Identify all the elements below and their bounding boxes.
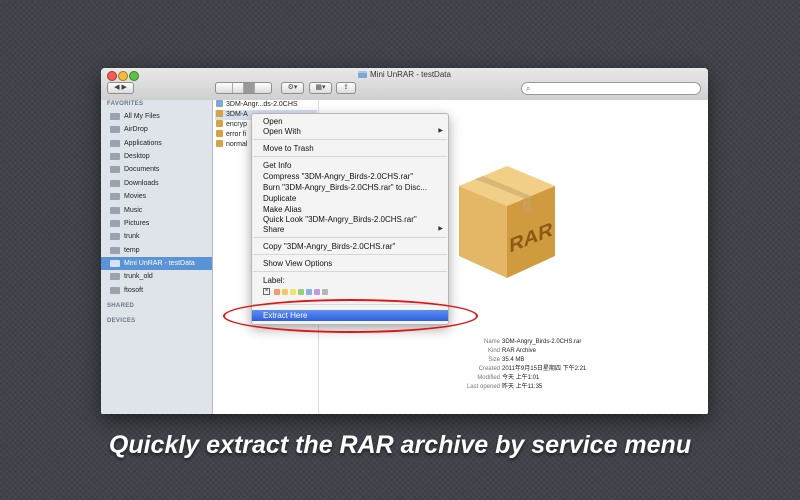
menu-divider: [253, 271, 447, 272]
submenu-arrow-icon: ▶: [438, 128, 443, 134]
movies-icon: [110, 193, 120, 200]
sidebar-item-desktop[interactable]: Desktop: [101, 150, 212, 163]
view-mode-segmented-control[interactable]: [215, 82, 272, 94]
submenu-arrow-icon: ▶: [438, 226, 443, 232]
rar-file-icon: [216, 130, 223, 137]
info-kind-row: Kind RAR Archive: [487, 348, 537, 354]
menu-item-copy[interactable]: Copy "3DM-Angry_Birds-2.0CHS.rar": [252, 241, 448, 252]
folder-icon: [110, 287, 120, 294]
sidebar: FAVORITES All My Files AirDrop Applicati…: [101, 100, 213, 414]
menu-item-share[interactable]: Share ▶: [252, 224, 448, 235]
info-size-row: Size 35.4 MB: [488, 357, 525, 363]
music-icon: [110, 207, 120, 214]
applications-icon: [110, 140, 120, 147]
menu-item-move-to-trash[interactable]: Move to Trash: [252, 143, 448, 154]
label-swatch-yellow-orange[interactable]: [282, 289, 288, 295]
menu-item-burn[interactable]: Burn "3DM-Angry_Birds-2.0CHS.rar" to Dis…: [252, 182, 448, 193]
menu-divider: [253, 139, 447, 140]
share-button[interactable]: ⇪: [336, 82, 356, 94]
sidebar-item-airdrop[interactable]: AirDrop: [101, 123, 212, 136]
shared-heading: SHARED: [107, 303, 135, 309]
menu-item-show-view-options[interactable]: Show View Options: [252, 258, 448, 269]
devices-heading: DEVICES: [107, 318, 136, 324]
folder-icon: [110, 260, 120, 267]
label-swatch-green[interactable]: [298, 289, 304, 295]
sidebar-item-mini-unrar-testdata[interactable]: Mini UnRAR - testData: [101, 257, 212, 270]
menu-item-compress[interactable]: Compress "3DM-Angry_Birds-2.0CHS.rar": [252, 171, 448, 182]
info-created-row: Created 2011年9月15日星期四 下午2:21: [478, 366, 587, 372]
pictures-icon: [110, 220, 120, 227]
label-swatch-blue[interactable]: [306, 289, 312, 295]
menu-divider: [253, 237, 447, 238]
label-swatch-gray[interactable]: [322, 289, 328, 295]
downloads-icon: [110, 180, 120, 187]
icon-view-icon[interactable]: [222, 83, 233, 93]
sidebar-item-documents[interactable]: Documents: [101, 163, 212, 176]
highlight-annotation-oval: [223, 299, 478, 333]
cover-flow-icon[interactable]: [255, 83, 266, 93]
info-name-row: Name 3DM-Angry_Birds-2.0CHS.rar: [483, 339, 582, 345]
title-bar: Mini UnRAR - testData ◀ ▶ ⚙▾ ▦▾ ⇪ ⌕: [101, 68, 708, 101]
list-view-icon[interactable]: [233, 83, 244, 93]
caption: Quickly extract the RAR archive by servi…: [108, 431, 692, 459]
menu-divider: [253, 254, 447, 255]
sidebar-item-ftosoft[interactable]: ftosoft: [101, 284, 212, 297]
folder-icon: [110, 273, 120, 280]
sidebar-item-movies[interactable]: Movies: [101, 190, 212, 203]
info-last-opened-row: Last opened 昨天 上午11:35: [466, 384, 543, 390]
folder-icon: [358, 71, 368, 78]
all-files-icon: [110, 113, 120, 120]
menu-item-open-with[interactable]: Open With ▶: [252, 126, 448, 137]
rar-file-icon: [216, 110, 223, 117]
label-none-swatch[interactable]: ×: [263, 288, 270, 295]
back-forward-button[interactable]: ◀ ▶: [107, 82, 134, 94]
sidebar-item-downloads[interactable]: Downloads: [101, 177, 212, 190]
documents-icon: [110, 166, 120, 173]
sidebar-item-temp[interactable]: temp: [101, 244, 212, 257]
rar-file-icon: [216, 120, 223, 127]
search-input[interactable]: ⌕: [521, 82, 701, 95]
sidebar-item-applications[interactable]: Applications: [101, 137, 212, 150]
menu-divider: [253, 156, 447, 157]
label-swatch-orange[interactable]: [274, 289, 280, 295]
list-item[interactable]: 3DM-Angr...ds-2.0CHS: [215, 100, 317, 110]
folder-icon: [216, 100, 223, 107]
search-icon: ⌕: [526, 84, 531, 93]
sidebar-item-trunk-old[interactable]: trunk_old: [101, 270, 212, 283]
rar-archive-icon: RAR: [457, 164, 557, 285]
window-title: Mini UnRAR - testData: [101, 70, 708, 79]
airdrop-icon: [110, 126, 120, 133]
rar-file-icon: [216, 140, 223, 147]
favorites-heading: FAVORITES: [107, 101, 144, 107]
sidebar-item-trunk[interactable]: trunk: [101, 230, 212, 243]
menu-label-heading: Label:: [263, 276, 285, 285]
sidebar-item-music[interactable]: Music: [101, 204, 212, 217]
label-swatch-purple[interactable]: [314, 289, 320, 295]
sidebar-item-pictures[interactable]: Pictures: [101, 217, 212, 230]
context-menu: Open Open With ▶ Move to Trash Get Info C…: [251, 113, 449, 325]
sidebar-item-all-my-files[interactable]: All My Files: [101, 110, 212, 123]
info-modified-row: Modified 今天 上午1:01: [477, 375, 540, 381]
menu-item-get-info[interactable]: Get Info: [252, 160, 448, 171]
menu-item-duplicate[interactable]: Duplicate: [252, 193, 448, 204]
folder-icon: [110, 233, 120, 240]
arrange-menu-button[interactable]: ▦▾: [309, 82, 332, 94]
folder-icon: [110, 247, 120, 254]
column-view-icon[interactable]: [243, 83, 255, 93]
desktop-icon: [110, 153, 120, 160]
label-swatch-yellow[interactable]: [290, 289, 296, 295]
action-menu-button[interactable]: ⚙▾: [281, 82, 304, 94]
